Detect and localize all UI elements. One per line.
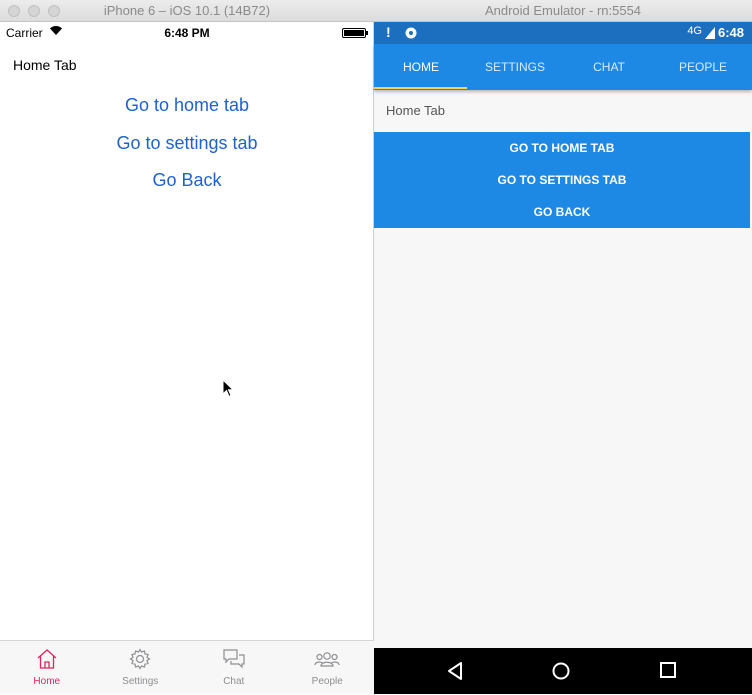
home-circle-icon[interactable]: [551, 661, 571, 681]
page-title: Home Tab: [13, 57, 77, 73]
android-status-bar: ! 4G 6:48: [374, 22, 752, 44]
tab-people[interactable]: PEOPLE: [656, 44, 750, 90]
ios-status-bar: Carrier 6:48 PM: [0, 22, 374, 42]
android-navigation-bar: [374, 648, 752, 694]
go-back-button[interactable]: GO BACK: [374, 196, 750, 228]
network-type-icon: 4G: [687, 25, 702, 37]
tab-people[interactable]: People: [281, 641, 375, 695]
tab-people-label: People: [311, 676, 343, 687]
back-icon[interactable]: [446, 661, 464, 681]
go-back-link[interactable]: Go Back: [0, 170, 374, 191]
battery-icon: [342, 28, 368, 38]
tab-chat[interactable]: CHAT: [562, 44, 656, 90]
android-window-titlebar[interactable]: Android Emulator - rn:5554: [374, 0, 752, 22]
notification-alert-icon: !: [386, 24, 391, 40]
go-to-settings-tab-link[interactable]: Go to settings tab: [0, 133, 374, 154]
android-tab-bar: HOME SETTINGS CHAT PEOPLE: [374, 44, 752, 90]
ios-window-title: iPhone 6 – iOS 10.1 (14B72): [103, 3, 271, 18]
notification-app-icon: [405, 27, 417, 39]
tab-settings[interactable]: Settings: [94, 641, 188, 695]
go-to-home-tab-link[interactable]: Go to home tab: [0, 95, 374, 116]
tab-chat-label: Chat: [223, 676, 245, 687]
go-to-home-tab-button[interactable]: GO TO HOME TAB: [374, 132, 750, 164]
tab-settings-label: Settings: [122, 676, 159, 687]
status-time: 6:48 PM: [164, 26, 210, 40]
ios-simulator-window: iPhone 6 – iOS 10.1 (14B72) Carrier 6:48…: [0, 0, 374, 694]
home-icon: [37, 649, 57, 669]
android-status-time: 6:48: [717, 25, 744, 40]
tab-indicator: [374, 87, 467, 89]
page-title: Home Tab: [386, 103, 446, 118]
android-emulator-window: Android Emulator - rn:5554 ! 4G 6:48 HOM…: [374, 0, 752, 694]
android-window-title: Android Emulator - rn:5554: [484, 3, 642, 18]
tab-home[interactable]: Home: [0, 641, 94, 695]
ios-tab-bar: Home Settings Chat People: [0, 640, 374, 694]
tab-chat[interactable]: Chat: [187, 641, 281, 695]
tab-home-label: Home: [33, 676, 61, 687]
tab-home[interactable]: HOME: [374, 44, 468, 90]
gear-icon: [129, 648, 151, 670]
signal-icon: [705, 27, 715, 39]
go-to-settings-tab-button[interactable]: GO TO SETTINGS TAB: [374, 164, 750, 196]
mouse-cursor-icon: [222, 379, 234, 398]
ios-window-titlebar[interactable]: iPhone 6 – iOS 10.1 (14B72): [0, 0, 374, 22]
people-icon: [314, 652, 340, 667]
ios-screen-content: Home Tab Go to home tab Go to settings t…: [0, 42, 374, 640]
chat-icon: [223, 649, 245, 669]
recents-icon[interactable]: [659, 661, 677, 679]
tab-settings[interactable]: SETTINGS: [468, 44, 562, 90]
